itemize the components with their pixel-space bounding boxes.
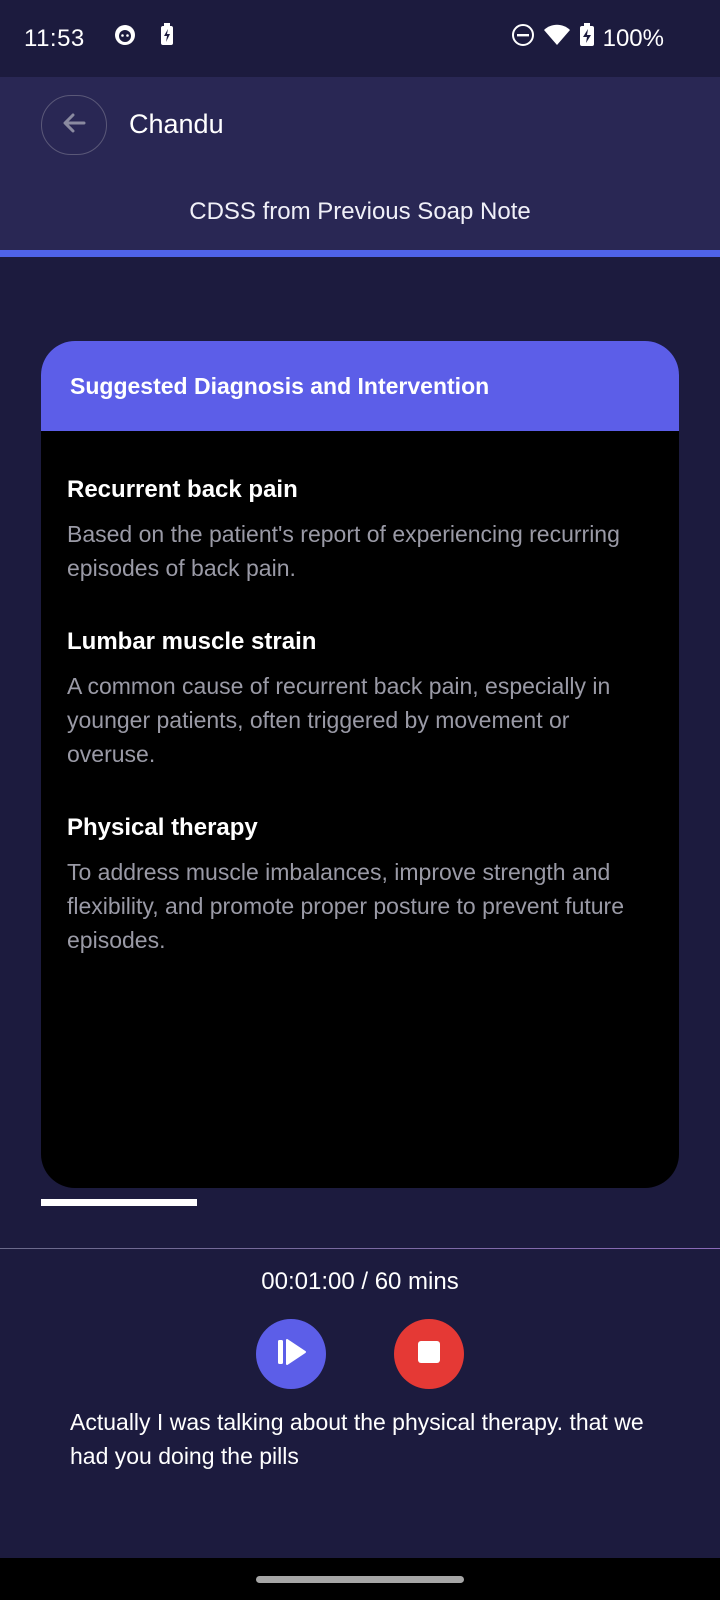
card-body: Recurrent back pain Based on the patient… <box>41 431 679 957</box>
list-item: Recurrent back pain Based on the patient… <box>67 473 653 585</box>
page-indicator <box>41 1199 197 1206</box>
tab-cdss-previous-soap-note[interactable]: CDSS from Previous Soap Note <box>0 171 720 253</box>
battery-level: 100% <box>602 24 664 52</box>
divider <box>0 1248 720 1249</box>
resume-play-icon <box>273 1334 309 1375</box>
tab-label: CDSS from Previous Soap Note <box>189 198 531 225</box>
resume-button[interactable] <box>256 1319 326 1389</box>
list-item: Lumbar muscle strain A common cause of r… <box>67 625 653 771</box>
app-header: Chandu CDSS from Previous Soap Note <box>0 77 720 253</box>
page-title: Chandu <box>129 109 224 139</box>
stop-button[interactable] <box>394 1319 464 1389</box>
status-time: 11:53 <box>24 24 85 52</box>
do-not-disturb-icon <box>511 23 535 54</box>
suggestion-card: Suggested Diagnosis and Intervention Rec… <box>41 341 679 1188</box>
item-title: Lumbar muscle strain <box>67 628 317 655</box>
item-description: A common cause of recurrent back pain, e… <box>67 673 611 767</box>
stop-icon <box>418 1340 440 1368</box>
back-button[interactable] <box>41 95 107 155</box>
item-description: Based on the patient's report of experie… <box>67 521 620 581</box>
status-right: 100% <box>511 23 664 54</box>
status-bar: 11:53 100% <box>0 0 720 77</box>
item-title: Physical therapy <box>67 814 258 841</box>
item-title: Recurrent back pain <box>67 476 298 503</box>
battery-saver-icon <box>159 23 175 54</box>
tab-indicator <box>0 250 720 257</box>
card-header: Suggested Diagnosis and Intervention <box>41 341 679 431</box>
status-left-icons <box>113 23 175 54</box>
item-description: To address muscle imbalances, improve st… <box>67 859 624 953</box>
wifi-icon <box>543 23 571 54</box>
app-notification-icon <box>113 23 137 54</box>
list-item: Physical therapy To address muscle imbal… <box>67 811 653 957</box>
home-gesture-handle[interactable] <box>256 1576 464 1583</box>
arrow-left-icon <box>60 109 88 142</box>
battery-charging-icon <box>579 23 595 54</box>
recording-timer: 00:01:00 / 60 mins <box>261 1268 459 1295</box>
card-title: Suggested Diagnosis and Intervention <box>70 372 490 399</box>
system-nav-bar <box>0 1558 720 1600</box>
live-transcript: Actually I was talking about the physica… <box>70 1409 644 1469</box>
